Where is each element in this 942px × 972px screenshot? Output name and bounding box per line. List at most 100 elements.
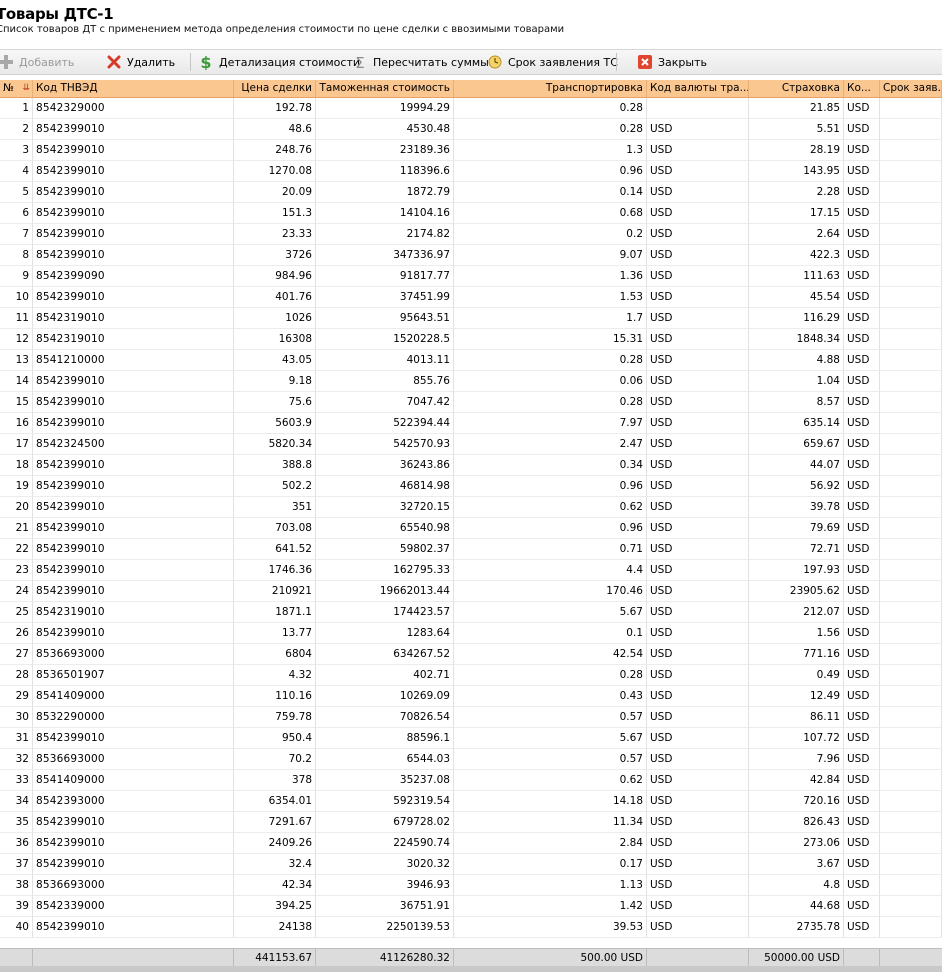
cell-tnved[interactable]: 8542399010 [33, 581, 234, 602]
cell-number[interactable]: 10 [0, 287, 33, 308]
cell-customs-value[interactable]: 347336.97 [316, 245, 454, 266]
cell-customs-value[interactable]: 542570.93 [316, 434, 454, 455]
cell-price[interactable]: 9.18 [234, 371, 316, 392]
table-row[interactable]: 16 8542399010 5603.9 522394.44 7.97 USD 635.14… [0, 413, 942, 434]
cell-transport[interactable]: 0.71 [454, 539, 647, 560]
cell-transport-currency[interactable]: USD [647, 581, 749, 602]
cell-insurance[interactable]: 17.15 [749, 203, 844, 224]
cell-number[interactable]: 31 [0, 728, 33, 749]
cell-transport[interactable]: 14.18 [454, 791, 647, 812]
cell-insurance[interactable]: 42.84 [749, 770, 844, 791]
cell-transport[interactable]: 11.34 [454, 812, 647, 833]
cell-insurance[interactable]: 21.85 [749, 98, 844, 119]
cell-term[interactable] [880, 917, 942, 938]
cell-insurance[interactable]: 3.67 [749, 854, 844, 875]
cell-tnved[interactable]: 8542324500 [33, 434, 234, 455]
cell-price[interactable]: 4.32 [234, 665, 316, 686]
cell-price[interactable]: 32.4 [234, 854, 316, 875]
cell-transport[interactable]: 1.36 [454, 266, 647, 287]
cell-term[interactable] [880, 854, 942, 875]
cell-insurance[interactable]: 2735.78 [749, 917, 844, 938]
cell-insurance[interactable]: 659.67 [749, 434, 844, 455]
cell-number[interactable]: 23 [0, 560, 33, 581]
cell-insurance-currency[interactable]: USD [844, 350, 880, 371]
cell-term[interactable] [880, 644, 942, 665]
cell-term[interactable] [880, 203, 942, 224]
cell-transport-currency[interactable]: USD [647, 728, 749, 749]
cell-number[interactable]: 30 [0, 707, 33, 728]
cell-customs-value[interactable]: 1283.64 [316, 623, 454, 644]
cell-insurance-currency[interactable]: USD [844, 287, 880, 308]
table-row[interactable]: 21 8542399010 703.08 65540.98 0.96 USD 79.69 US… [0, 518, 942, 539]
cell-price[interactable]: 1746.36 [234, 560, 316, 581]
cell-insurance-currency[interactable]: USD [844, 224, 880, 245]
cell-customs-value[interactable]: 3020.32 [316, 854, 454, 875]
sort-desc-icon[interactable]: ⇊ [22, 80, 30, 97]
cell-term[interactable] [880, 707, 942, 728]
close-button[interactable]: Закрыть [637, 50, 707, 74]
cell-transport-currency[interactable]: USD [647, 665, 749, 686]
cell-transport-currency[interactable]: USD [647, 287, 749, 308]
cell-price[interactable]: 48.6 [234, 119, 316, 140]
cell-price[interactable]: 1270.08 [234, 161, 316, 182]
cell-transport[interactable]: 0.96 [454, 518, 647, 539]
cell-insurance[interactable]: 4.88 [749, 350, 844, 371]
add-button[interactable]: Добавить [0, 50, 74, 74]
cell-insurance-currency[interactable]: USD [844, 875, 880, 896]
column-header-price[interactable]: Цена сделки [234, 80, 316, 97]
cell-insurance-currency[interactable]: USD [844, 245, 880, 266]
cell-insurance[interactable]: 111.63 [749, 266, 844, 287]
column-header-insurance-currency[interactable]: Ко... [844, 80, 880, 97]
cell-term[interactable] [880, 455, 942, 476]
cell-insurance-currency[interactable]: USD [844, 644, 880, 665]
cell-tnved[interactable]: 8542319010 [33, 308, 234, 329]
cell-price[interactable]: 703.08 [234, 518, 316, 539]
cell-price[interactable]: 6804 [234, 644, 316, 665]
cell-term[interactable] [880, 560, 942, 581]
cell-transport-currency[interactable]: USD [647, 455, 749, 476]
cell-customs-value[interactable]: 36243.86 [316, 455, 454, 476]
table-row[interactable]: 34 8542393000 6354.01 592319.54 14.18 USD 720.… [0, 791, 942, 812]
cell-price[interactable]: 6354.01 [234, 791, 316, 812]
cell-insurance[interactable]: 7.96 [749, 749, 844, 770]
cell-insurance-currency[interactable]: USD [844, 749, 880, 770]
cell-transport[interactable]: 15.31 [454, 329, 647, 350]
table-row[interactable]: 6 8542399010 151.3 14104.16 0.68 USD 17.15 USD [0, 203, 942, 224]
cell-transport[interactable]: 0.2 [454, 224, 647, 245]
cell-term[interactable] [880, 602, 942, 623]
cell-transport[interactable]: 0.14 [454, 182, 647, 203]
cell-transport-currency[interactable]: USD [647, 119, 749, 140]
cell-insurance[interactable]: 79.69 [749, 518, 844, 539]
cell-tnved[interactable]: 8542319010 [33, 602, 234, 623]
cell-term[interactable] [880, 623, 942, 644]
cell-term[interactable] [880, 875, 942, 896]
cell-price[interactable]: 210921 [234, 581, 316, 602]
cell-term[interactable] [880, 581, 942, 602]
delete-button[interactable]: Удалить [106, 50, 175, 74]
table-row[interactable]: 30 8532290000 759.78 70826.54 0.57 USD 86.11 US… [0, 707, 942, 728]
cell-tnved[interactable]: 8542399010 [33, 854, 234, 875]
table-row[interactable]: 29 8541409000 110.16 10269.09 0.43 USD 12.49 US… [0, 686, 942, 707]
cell-term[interactable] [880, 350, 942, 371]
cell-price[interactable]: 641.52 [234, 539, 316, 560]
table-row[interactable]: 7 8542399010 23.33 2174.82 0.2 USD 2.64 USD [0, 224, 942, 245]
cell-number[interactable]: 15 [0, 392, 33, 413]
cell-number[interactable]: 1 [0, 98, 33, 119]
cell-transport[interactable]: 0.96 [454, 161, 647, 182]
column-header-customs-value[interactable]: Таможенная стоимость [316, 80, 454, 97]
table-row[interactable]: 38 8536693000 42.34 3946.93 1.13 USD 4.8 USD [0, 875, 942, 896]
cell-term[interactable] [880, 686, 942, 707]
cell-term[interactable] [880, 224, 942, 245]
cell-transport-currency[interactable]: USD [647, 560, 749, 581]
cell-insurance[interactable]: 23905.62 [749, 581, 844, 602]
cell-tnved[interactable]: 8542399010 [33, 833, 234, 854]
cell-number[interactable]: 4 [0, 161, 33, 182]
cell-customs-value[interactable]: 634267.52 [316, 644, 454, 665]
cell-transport-currency[interactable]: USD [647, 476, 749, 497]
cell-transport[interactable]: 0.62 [454, 497, 647, 518]
cell-customs-value[interactable]: 37451.99 [316, 287, 454, 308]
cell-number[interactable]: 5 [0, 182, 33, 203]
table-row[interactable]: 1 8542329000 192.78 19994.29 0.28 21.85 USD [0, 98, 942, 119]
cell-transport[interactable]: 0.17 [454, 854, 647, 875]
cell-insurance[interactable]: 422.3 [749, 245, 844, 266]
